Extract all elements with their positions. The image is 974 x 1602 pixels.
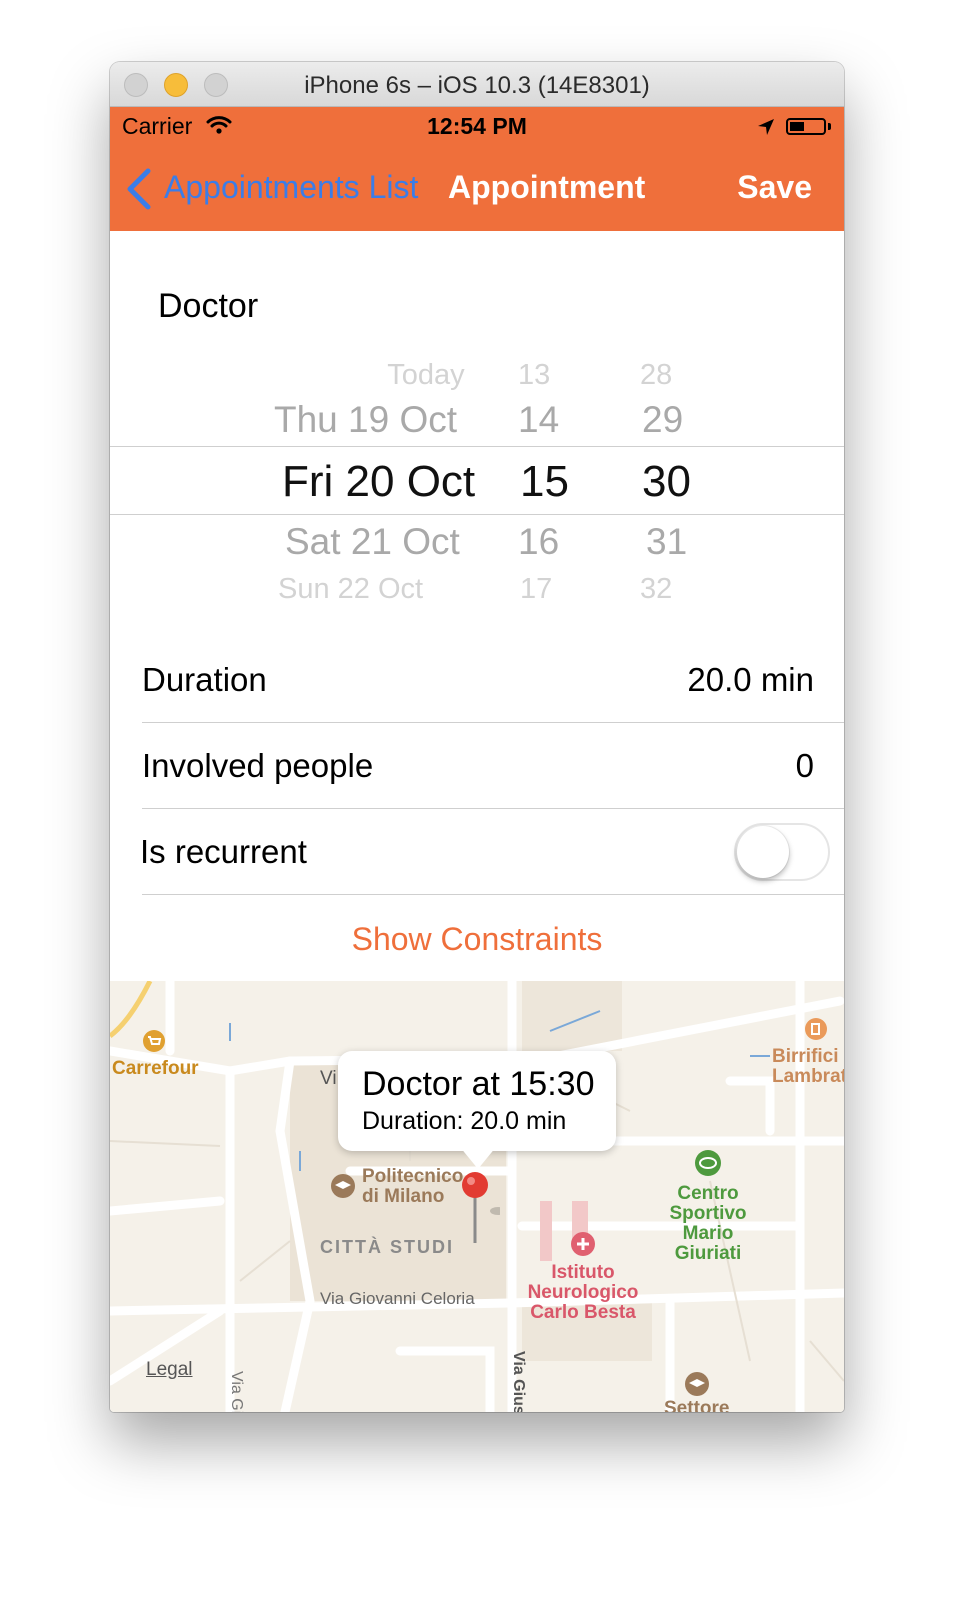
involved-people-label: Involved people	[142, 747, 374, 784]
picker-selection-top	[110, 446, 844, 447]
picker-minute-selected[interactable]: 30	[642, 457, 691, 507]
picker-date-item[interactable]: Sat 21 Oct	[285, 521, 460, 563]
map-label-via-celoria: Via Giovanni Celoria	[320, 1289, 475, 1308]
duration-label: Duration	[142, 661, 267, 698]
map-label-istituto: Istituto Neurologico Carlo Besta	[527, 1262, 639, 1323]
map-label-via-giuse-right: Via Giuse	[510, 1351, 527, 1412]
involved-people-value[interactable]: 0	[796, 747, 814, 785]
appointment-title: Doctor	[158, 287, 259, 325]
picker-hour-item[interactable]: 13	[518, 359, 550, 392]
picker-minute-item[interactable]: 32	[640, 573, 672, 606]
picker-hour-item[interactable]: 14	[518, 399, 559, 441]
divider	[142, 722, 844, 723]
picker-minute-item[interactable]: 31	[646, 521, 687, 563]
callout-tail	[460, 1147, 496, 1169]
battery-tip	[828, 123, 831, 130]
map-label-settore: Settore	[664, 1398, 730, 1413]
picker-date-item[interactable]: Sun 22 Oct	[278, 573, 423, 606]
map-label-citta-studi: CITTÀ STUDI	[320, 1237, 454, 1257]
appointment-form: Doctor Today Thu 19 Oct Fri 20 Oct Sat 2…	[110, 231, 844, 981]
picker-hour-item[interactable]: 16	[518, 521, 559, 563]
divider	[142, 894, 844, 895]
picker-selection-bottom	[110, 514, 844, 515]
recurrent-label: Is recurrent	[140, 833, 307, 870]
map-label-birrificio: Birrifici Lambrat	[772, 1046, 844, 1087]
save-button[interactable]: Save	[737, 169, 812, 206]
chevron-left-icon[interactable]	[124, 167, 154, 216]
callout-subtitle: Duration: 20.0 min	[362, 1107, 567, 1135]
map-label-carrefour: Carrefour	[112, 1058, 199, 1079]
window-title: iPhone 6s – iOS 10.3 (14E8301)	[304, 72, 650, 99]
picker-date-selected[interactable]: Fri 20 Oct	[282, 457, 475, 507]
toggle-knob	[737, 826, 789, 878]
annotation-callout[interactable]: Doctor at 15:30 Duration: 20.0 min	[338, 1051, 616, 1151]
battery-icon	[786, 118, 826, 135]
status-bar: Carrier 12:54 PM	[110, 107, 844, 145]
map-label-politecnico: Politecnico di Milano	[362, 1166, 464, 1207]
picker-minute-item[interactable]: 29	[642, 399, 683, 441]
picker-minute-item[interactable]: 28	[640, 359, 672, 392]
simulator-window: iPhone 6s – iOS 10.3 (14E8301) Carrier 1…	[110, 62, 844, 1412]
show-constraints-button[interactable]: Show Constraints	[110, 921, 844, 958]
location-arrow-icon	[756, 117, 776, 142]
status-time: 12:54 PM	[427, 113, 527, 139]
picker-hour-selected[interactable]: 15	[520, 457, 569, 507]
back-button[interactable]: Appointments List	[164, 169, 418, 206]
legal-link[interactable]: Legal	[146, 1359, 193, 1381]
recurrent-toggle[interactable]	[734, 823, 830, 881]
callout-title: Doctor at 15:30	[362, 1065, 595, 1103]
nav-title: Appointment	[448, 169, 646, 205]
picker-hour-item[interactable]: 17	[520, 573, 552, 606]
map-label-via-giuse-left: Via Giuse	[228, 1371, 245, 1412]
duration-value[interactable]: 20.0 min	[687, 661, 814, 699]
picker-date-item[interactable]: Thu 19 Oct	[274, 399, 457, 441]
picker-date-item[interactable]: Today	[370, 359, 482, 392]
map-view[interactable]: Carrefour Birrifici Lambrat Vi Politecni…	[110, 981, 844, 1412]
divider	[142, 808, 844, 809]
navigation-bar: Appointments List Appointment Save	[110, 145, 844, 231]
map-label-vi: Vi	[320, 1068, 337, 1089]
map-label-centro-sportivo: Centro Sportivo Mario Giuriati	[669, 1183, 747, 1264]
title-bar: iPhone 6s – iOS 10.3 (14E8301)	[110, 62, 844, 107]
